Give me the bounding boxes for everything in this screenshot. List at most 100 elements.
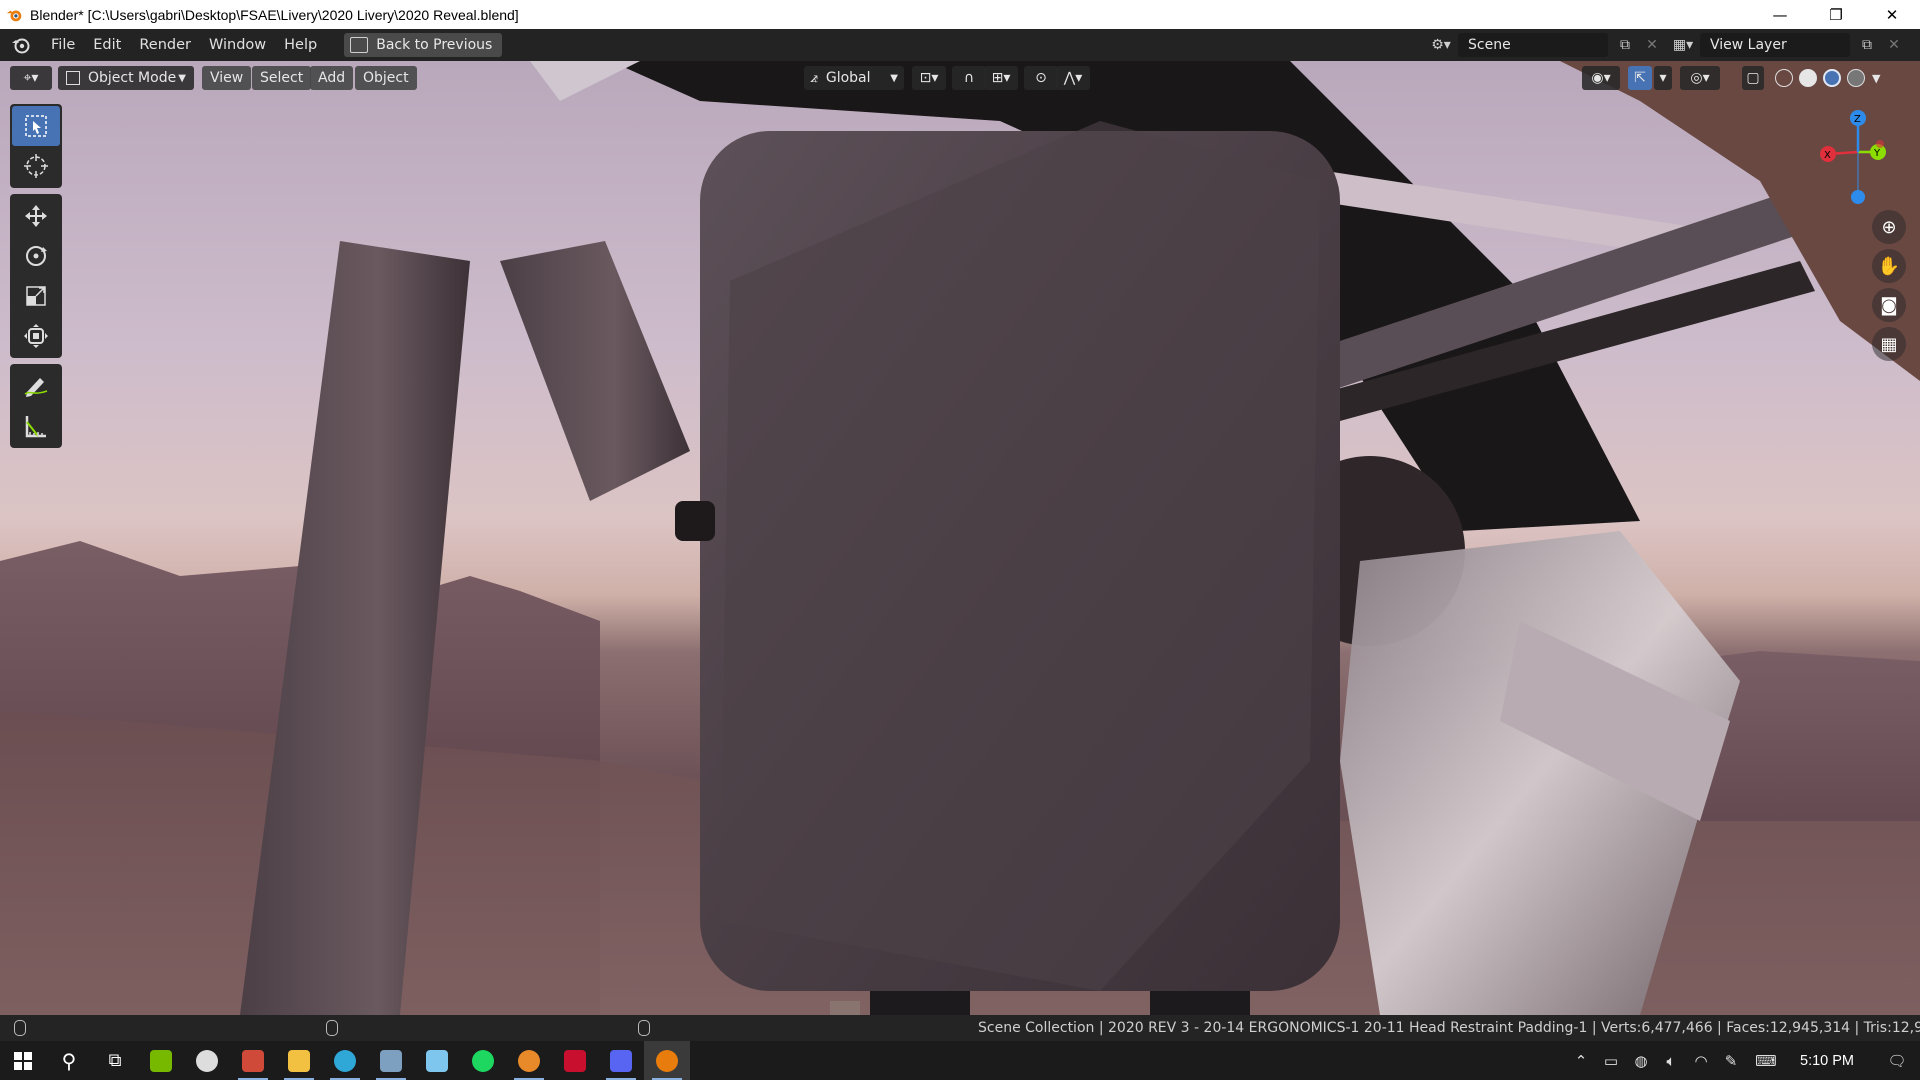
view-layer-name: View Layer (1710, 37, 1787, 53)
scene-browse-icon[interactable]: ⚙▾ (1424, 33, 1458, 57)
taskbar-app-shoe[interactable] (230, 1041, 276, 1080)
rendered-scene (0, 61, 1920, 1015)
battery-icon: ▭ (1603, 1051, 1619, 1070)
gizmo-toggle-button[interactable]: ⇱ (1628, 66, 1652, 90)
tray-battery[interactable]: ▭ (1596, 1041, 1626, 1080)
action-center-button[interactable]: 🗨︎ (1874, 1041, 1920, 1080)
chevron-up-icon: ⌃ (1574, 1051, 1588, 1070)
scene-name-field[interactable]: Scene (1458, 33, 1608, 57)
task-view-button[interactable]: ⧉ (92, 1041, 138, 1080)
taskbar-notepad[interactable] (414, 1041, 460, 1080)
pivot-point-button[interactable]: ⊡▾ (912, 66, 946, 90)
tool-transform[interactable] (12, 316, 60, 356)
menu-file[interactable]: File (42, 37, 84, 53)
new-view-layer-icon[interactable]: ⧉ (1850, 33, 1884, 57)
back-to-previous-button[interactable]: Back to Previous (344, 33, 503, 57)
snap-target-button[interactable]: ⊞▾ (984, 66, 1018, 90)
viewport-menu-add[interactable]: Add (310, 66, 354, 90)
taskbar-photos[interactable] (368, 1041, 414, 1080)
navigation-buttons: ⊕ ✋ ◙ ▦ (1872, 210, 1912, 366)
object-mode-dropdown[interactable]: Object Mode ▼ (58, 66, 194, 90)
zoom-button[interactable]: ⊕ (1872, 210, 1906, 244)
tray-wifi[interactable]: ◠ (1686, 1041, 1716, 1080)
spotify-icon (472, 1049, 494, 1072)
material-preview-shading-icon[interactable] (1823, 69, 1841, 87)
taskbar-file-explorer[interactable] (276, 1041, 322, 1080)
solid-shading-icon[interactable] (1799, 69, 1817, 87)
wireframe-shading-icon[interactable] (1775, 69, 1793, 87)
proportional-editing-icon: ⊙ (1035, 70, 1047, 86)
tool-measure[interactable] (12, 406, 60, 446)
taskbar-solidworks[interactable] (552, 1041, 598, 1080)
taskbar-spotify[interactable] (460, 1041, 506, 1080)
tray-chrome[interactable]: ◍ (1626, 1041, 1656, 1080)
view-layer-browse-icon[interactable]: ▦▾ (1666, 33, 1700, 57)
viewport-menu-view[interactable]: View (202, 66, 252, 90)
tool-move[interactable] (12, 196, 60, 236)
move-arrows-icon (25, 205, 47, 227)
taskbar-blender[interactable] (644, 1041, 690, 1080)
camera-icon: ◙ (1880, 294, 1898, 316)
proportional-falloff-button[interactable]: ⋀▾ (1056, 66, 1090, 90)
windows-taskbar: ⚲ ⧉ ⌃ ▭ ◍ 🔈︎ ◠ ✎ ⌨ 5:10 PM 🗨︎ (0, 1041, 1920, 1080)
overlays-button[interactable]: ◎▾ (1680, 66, 1720, 90)
tray-volume[interactable]: 🔈︎ (1656, 1041, 1686, 1080)
object-visibility-button[interactable]: ◉▾ (1582, 66, 1620, 90)
new-scene-icon[interactable]: ⧉ (1608, 33, 1642, 57)
delete-view-layer-icon[interactable]: ✕ (1884, 33, 1904, 57)
taskbar-app-circle[interactable] (184, 1041, 230, 1080)
editor-type-icon: ⌖▾ (23, 70, 39, 86)
menu-window[interactable]: Window (200, 37, 275, 53)
menu-edit[interactable]: Edit (84, 37, 130, 53)
scale-icon (26, 286, 46, 306)
axis-neg-x-handle[interactable] (1876, 140, 1884, 148)
gizmo-dropdown[interactable]: ▾ (1654, 66, 1672, 90)
3d-viewport[interactable] (0, 61, 1920, 1015)
tool-select-box[interactable] (12, 106, 60, 146)
rendered-shading-icon[interactable] (1847, 69, 1865, 87)
pan-button[interactable]: ✋ (1872, 249, 1906, 283)
xray-toggle-button[interactable]: ▢ (1742, 66, 1764, 90)
tool-group-annotate (10, 364, 62, 448)
proportional-editing-button[interactable]: ⊙ (1024, 66, 1058, 90)
minimize-button[interactable]: — (1752, 0, 1808, 29)
menu-render[interactable]: Render (130, 37, 200, 53)
menu-help[interactable]: Help (275, 37, 326, 53)
axis-neg-z-handle[interactable] (1851, 190, 1865, 204)
app-circle-icon (196, 1049, 218, 1072)
tool-scale[interactable] (12, 276, 60, 316)
shading-options-chevron-icon[interactable]: ▼ (1872, 72, 1880, 85)
object-mode-label: Object Mode (88, 70, 177, 86)
view-layer-field[interactable]: View Layer (1700, 33, 1850, 57)
delete-scene-icon[interactable]: ✕ (1642, 33, 1662, 57)
axis-x-label: X (1824, 150, 1831, 161)
tray-keyboard[interactable]: ⌨ (1746, 1041, 1786, 1080)
start-button[interactable] (0, 1041, 46, 1080)
tool-cursor[interactable] (12, 146, 60, 186)
navigation-gizmo[interactable]: X Y Z (1808, 102, 1908, 212)
taskbar-app-fox[interactable] (506, 1041, 552, 1080)
tool-rotate[interactable] (12, 236, 60, 276)
snap-increment-icon: ⊞▾ (991, 70, 1011, 86)
speaker-icon: 🔈︎ (1666, 1051, 1676, 1070)
perspective-toggle-button[interactable]: ▦ (1872, 327, 1906, 361)
tray-overflow-button[interactable]: ⌃ (1566, 1041, 1596, 1080)
camera-view-button[interactable]: ◙ (1872, 288, 1906, 322)
taskbar-nvidia[interactable] (138, 1041, 184, 1080)
viewport-menu-object[interactable]: Object (355, 66, 417, 90)
tray-pen[interactable]: ✎ (1716, 1041, 1746, 1080)
close-button[interactable]: ✕ (1864, 0, 1920, 29)
taskbar-edge[interactable] (322, 1041, 368, 1080)
snap-toggle-button[interactable]: ∩ (952, 66, 986, 90)
taskbar-clock[interactable]: 5:10 PM (1786, 1053, 1874, 1069)
transform-orientation-dropdown[interactable]: ⦨ Global ▼ (804, 66, 904, 90)
tool-group-select (10, 104, 62, 188)
tool-annotate[interactable] (12, 366, 60, 406)
editor-type-button[interactable]: ⌖▾ (10, 66, 52, 90)
taskbar-discord[interactable] (598, 1041, 644, 1080)
search-button[interactable]: ⚲ (46, 1041, 92, 1080)
maximize-button[interactable]: ❐ (1808, 0, 1864, 29)
viewport-menu-select[interactable]: Select (252, 66, 312, 90)
3d-cursor-icon (24, 154, 48, 178)
blender-menu-icon[interactable] (10, 34, 32, 56)
